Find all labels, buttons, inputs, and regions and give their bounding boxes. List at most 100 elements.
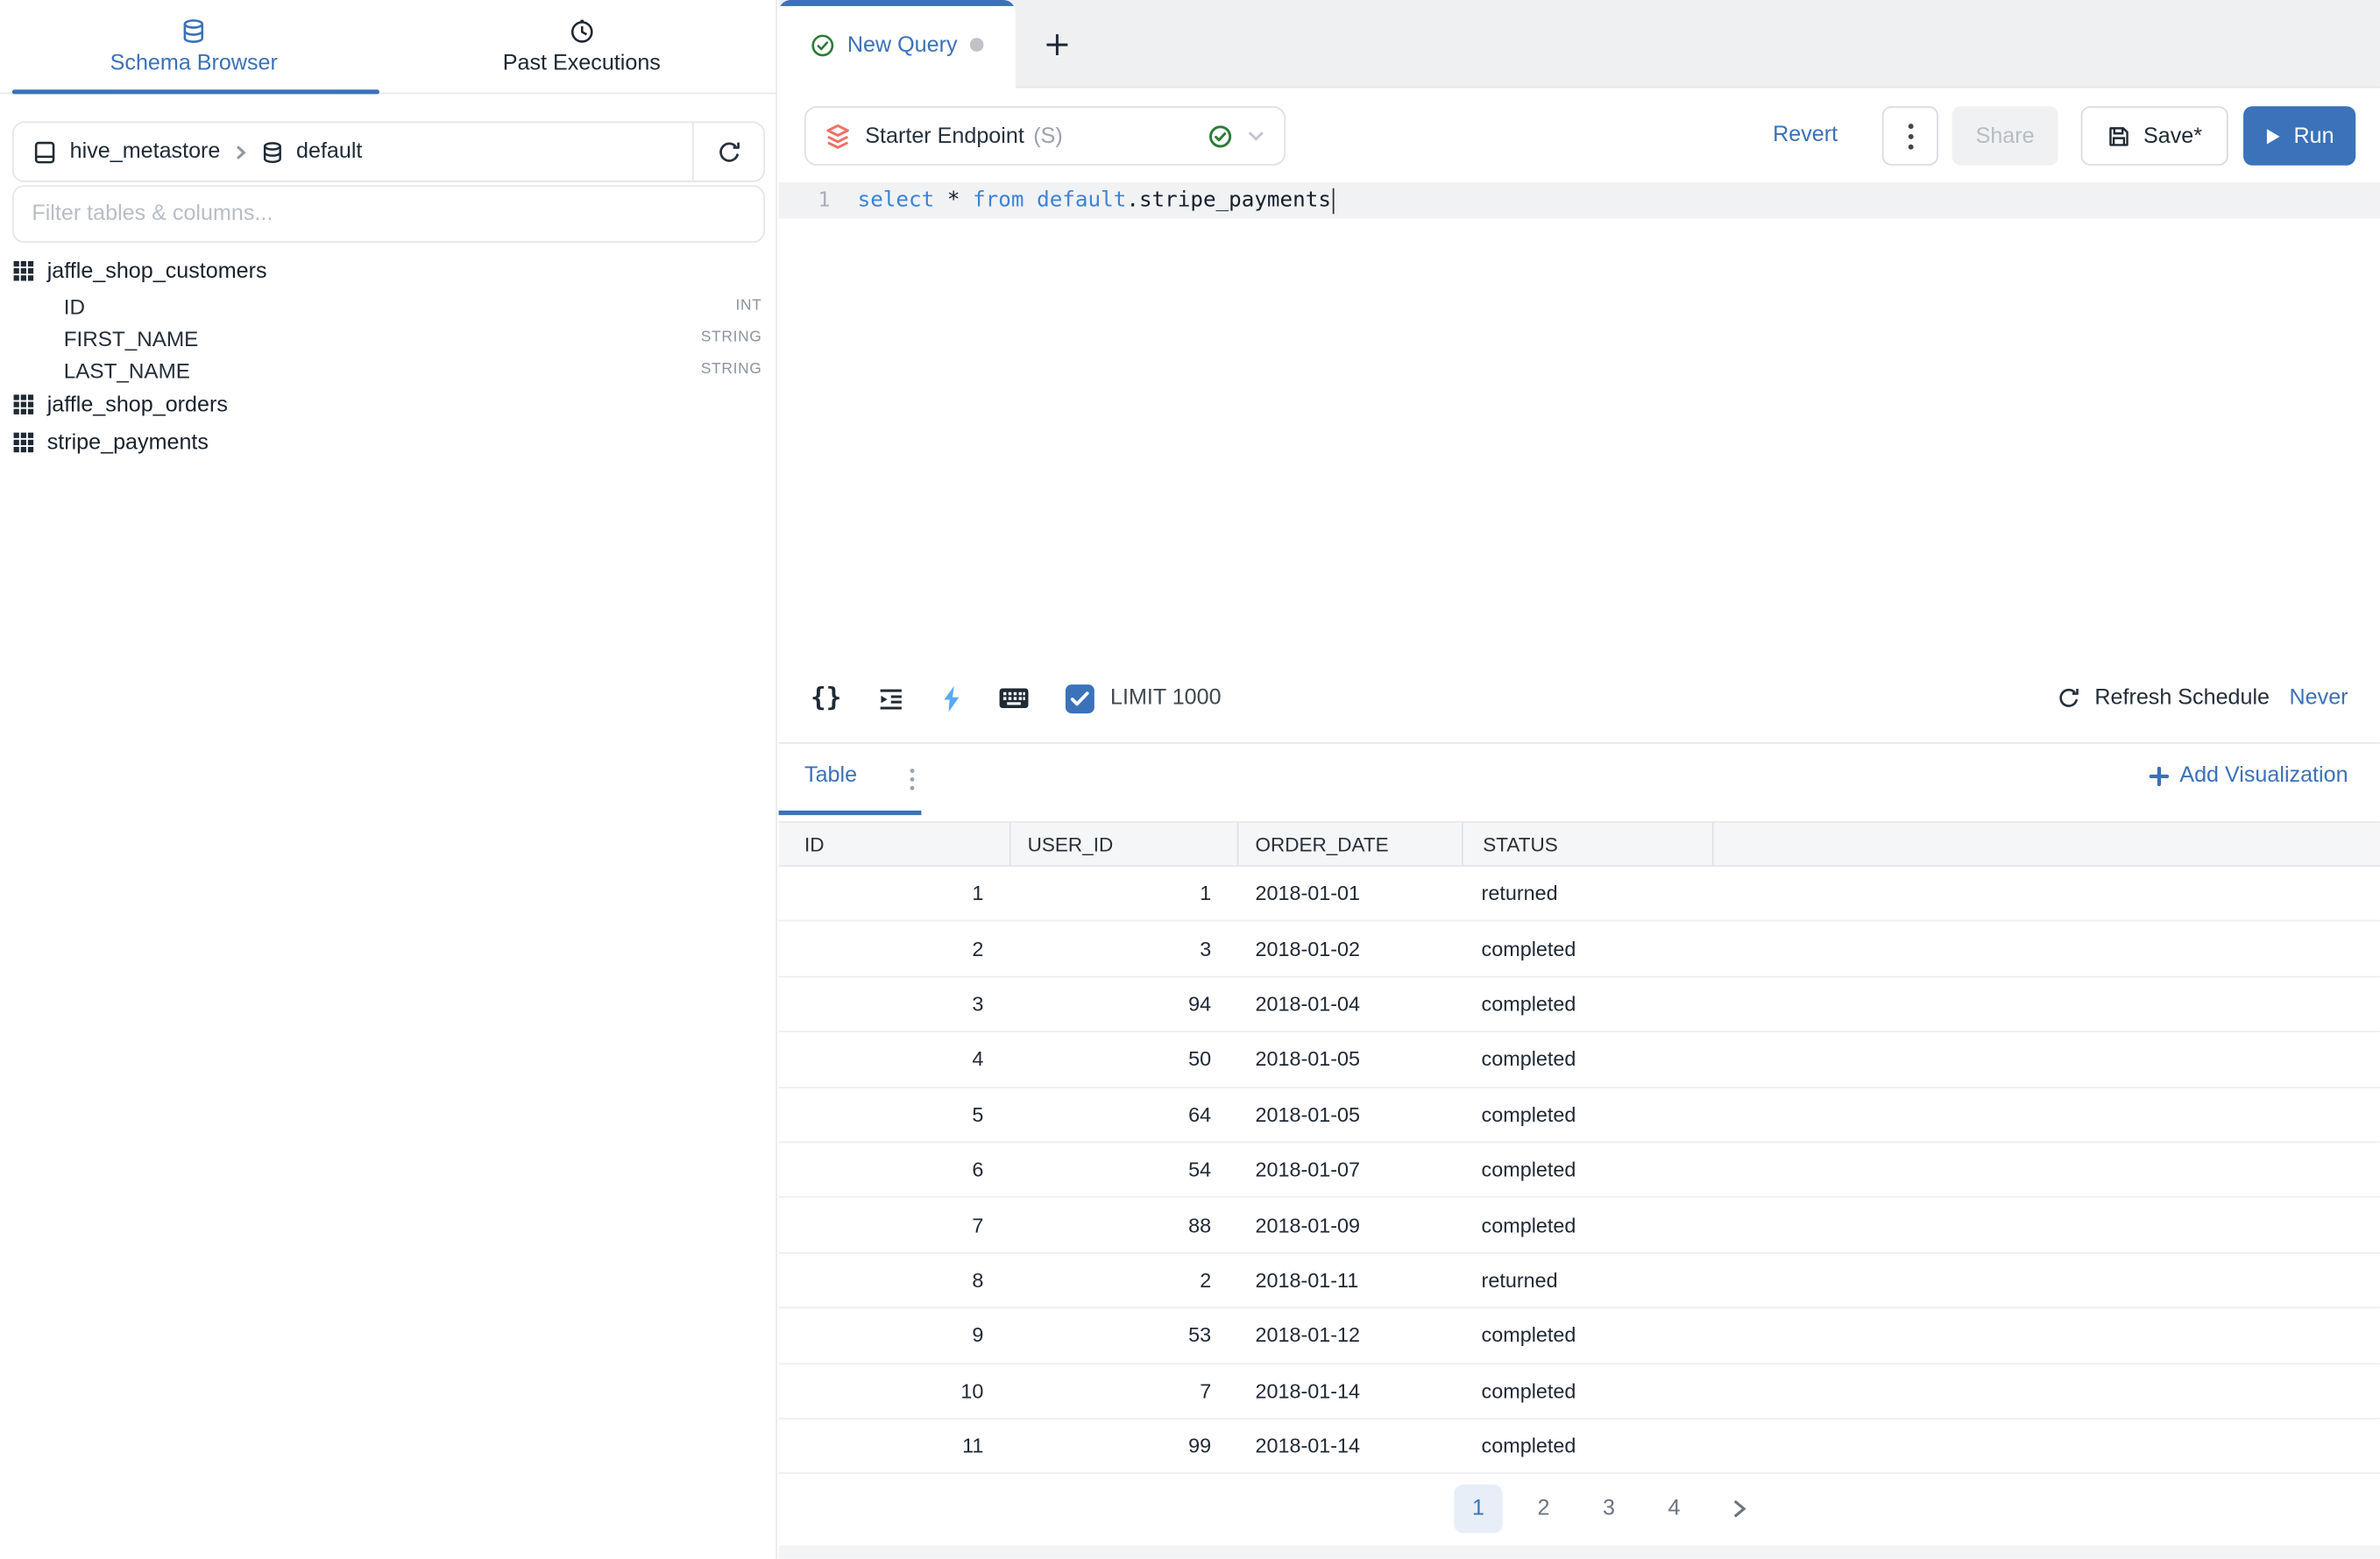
table-grid-icon (12, 259, 35, 282)
bottom-strip (779, 1545, 2380, 1559)
breadcrumb: hive_metastore default (12, 122, 765, 182)
tab-past-executions[interactable]: Past Executions (388, 0, 776, 93)
table-cell-filler (1712, 1143, 2380, 1196)
table-cell: completed (1462, 1048, 1712, 1071)
results-header: Table Add Visualization (779, 744, 2380, 821)
table-cell: 53 (1009, 1324, 1237, 1347)
table-cell-filler (1712, 977, 2380, 1031)
format-query-icon[interactable]: {} (811, 683, 841, 713)
page-button-4[interactable]: 4 (1650, 1485, 1698, 1533)
query-panel: New Query Starter Endpoint (S) (779, 0, 2380, 1559)
database-icon (261, 140, 284, 163)
table-cell: 7 (1009, 1379, 1237, 1402)
page-button-3[interactable]: 3 (1584, 1485, 1633, 1533)
column-name: FIRST_NAME (64, 326, 199, 351)
column-header-status[interactable]: STATUS (1462, 823, 1712, 865)
sidebar-tab-bar: Schema Browser Past Executions (0, 0, 776, 94)
table-header-row: IDUSER_IDORDER_DATESTATUS (779, 821, 2380, 867)
breadcrumb-catalog[interactable]: hive_metastore (70, 139, 221, 164)
table-row: 112018-01-01returned (779, 867, 2380, 922)
indent-icon[interactable] (878, 685, 905, 711)
query-tab-strip (779, 0, 2380, 88)
save-button[interactable]: Save* (2081, 106, 2228, 166)
visualization-kebab-icon[interactable] (896, 759, 929, 798)
page-button-2[interactable]: 2 (1519, 1485, 1568, 1533)
table-cell: completed (1462, 1159, 1712, 1181)
catalog-icon (32, 138, 57, 164)
table-cell: 2018-01-05 (1237, 1103, 1462, 1126)
column-header-user_id[interactable]: USER_ID (1009, 823, 1237, 865)
table-cell: completed (1462, 1214, 1712, 1237)
table-row: 3942018-01-04completed (779, 977, 2380, 1032)
breadcrumb-path[interactable]: hive_metastore default (14, 123, 692, 181)
table-body: 112018-01-01returned232018-01-02complete… (779, 867, 2380, 1474)
refresh-icon (716, 138, 741, 164)
endpoint-selector[interactable]: Starter Endpoint (S) (804, 106, 1286, 166)
table-cell: 2 (1009, 1269, 1237, 1292)
tab-table-visualization[interactable]: Table (804, 763, 857, 788)
refresh-schedule-label: Refresh Schedule (2094, 686, 2270, 711)
refresh-schedule-value[interactable]: Never (2290, 686, 2348, 711)
tab-new-query[interactable]: New Query (779, 0, 1016, 89)
add-tab-button[interactable] (1037, 25, 1076, 64)
page-button-1[interactable]: 1 (1454, 1485, 1502, 1533)
tree-table-item[interactable]: jaffle_shop_orders (12, 386, 765, 423)
table-row: 5642018-01-05completed (779, 1088, 2380, 1143)
tab-schema-browser[interactable]: Schema Browser (0, 0, 388, 93)
limit-label: LIMIT 1000 (1110, 686, 1222, 711)
column-header-order_date[interactable]: ORDER_DATE (1237, 823, 1462, 865)
share-button[interactable]: Share (1951, 106, 2058, 166)
sql-token: stripe_payments (1139, 188, 1331, 213)
table-cell: 64 (1009, 1103, 1237, 1126)
table-cell-filler (1712, 1032, 2380, 1086)
chevron-right-icon (232, 144, 249, 160)
table-cell: 10 (779, 1379, 1009, 1402)
sql-editor[interactable]: 1 select * from default.stripe_payments (779, 182, 2380, 219)
chevron-right-icon (1731, 1499, 1749, 1520)
keyboard-icon[interactable] (1000, 688, 1031, 709)
sql-token: from (973, 188, 1024, 213)
limit-toggle[interactable]: LIMIT 1000 (1066, 684, 1222, 712)
sql-token: * (947, 188, 960, 213)
more-actions-button[interactable] (1882, 106, 1938, 166)
sql-token (934, 188, 947, 213)
table-row: 232018-01-02completed (779, 922, 2380, 977)
table-cell: 2018-01-11 (1237, 1269, 1462, 1292)
plus-icon (1044, 32, 1069, 57)
table-cell: 5 (779, 1103, 1009, 1126)
refresh-schema-button[interactable] (692, 123, 763, 181)
revert-button[interactable]: Revert (1773, 106, 1838, 166)
add-visualization-label: Add Visualization (2179, 763, 2348, 788)
add-visualization-button[interactable]: Add Visualization (2150, 763, 2348, 788)
tree-column-item[interactable]: FIRST_NAME STRING (12, 322, 765, 353)
table-cell: completed (1462, 1103, 1712, 1126)
tab-label: Past Executions (503, 51, 661, 75)
results-panel: Table Add Visualization IDUSER_IDORDER_D… (779, 742, 2380, 1545)
table-cell: 88 (1009, 1214, 1237, 1237)
table-cell: 2018-01-04 (1237, 993, 1462, 1016)
next-page-button[interactable] (1715, 1485, 1763, 1533)
table-cell: 8 (779, 1269, 1009, 1292)
breadcrumb-schema[interactable]: default (296, 139, 362, 164)
table-cell-filler (1712, 867, 2380, 920)
tree-table-item[interactable]: stripe_payments (12, 423, 765, 461)
table-cell: returned (1462, 882, 1712, 905)
save-label: Save* (2143, 124, 2202, 148)
table-cell-filler (1712, 922, 2380, 975)
table-row: 1072018-01-14completed (779, 1364, 2380, 1419)
checkbox-checked-icon[interactable] (1066, 684, 1095, 712)
tree-table-item[interactable]: jaffle_shop_customers (12, 252, 765, 290)
lightning-icon[interactable] (942, 684, 963, 712)
run-button[interactable]: Run (2243, 106, 2355, 166)
tree-column-item[interactable]: LAST_NAME STRING (12, 354, 765, 386)
tree-column-item[interactable]: ID INT (12, 290, 765, 322)
table-grid-icon (12, 431, 35, 454)
table-cell: 2 (779, 938, 1009, 960)
clock-icon (569, 18, 594, 43)
filter-input[interactable] (12, 185, 765, 243)
active-tab-underline (12, 89, 379, 94)
sql-token (1024, 188, 1037, 213)
column-header-id[interactable]: ID (779, 823, 1009, 865)
tab-label: Schema Browser (110, 51, 278, 75)
check-circle-icon (811, 32, 835, 57)
